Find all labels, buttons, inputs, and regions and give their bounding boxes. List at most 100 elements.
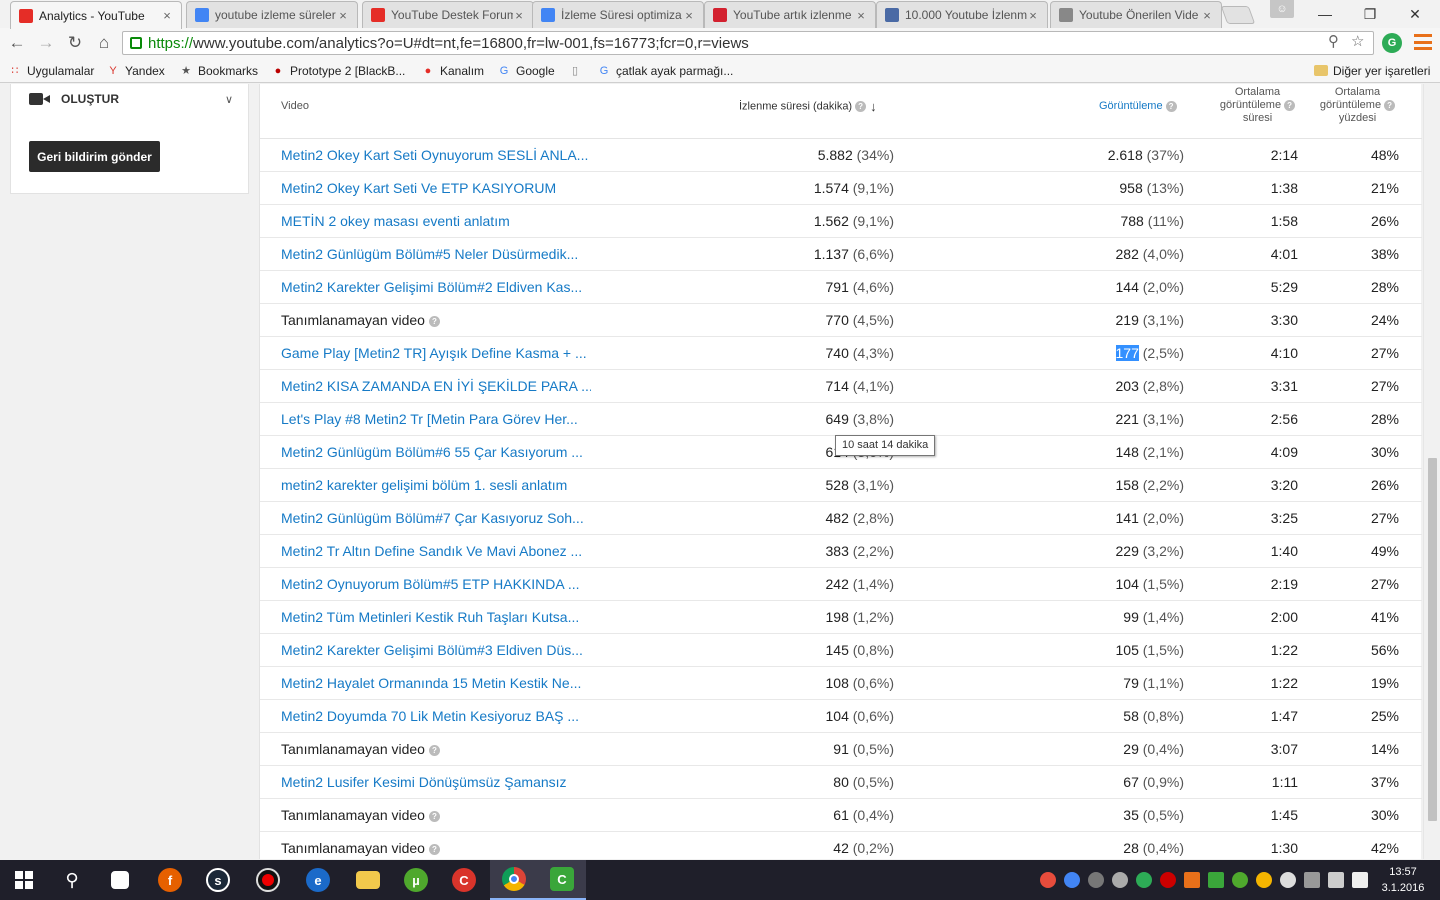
utorrent-icon[interactable]: µ: [392, 860, 440, 900]
volume-icon[interactable]: [1280, 872, 1296, 888]
help-icon[interactable]: ?: [1165, 100, 1177, 112]
video-title-link[interactable]: Metin2 Karekter Gelişimi Bölüm#3 Eldiven…: [281, 634, 591, 667]
help-icon[interactable]: ?: [428, 315, 440, 327]
bookmark-star-icon[interactable]: ☆: [1351, 32, 1364, 50]
zoom-icon[interactable]: ⚲: [1328, 32, 1339, 50]
col-header-watch-time[interactable]: İzlenme süresi (dakika)? ↓: [739, 100, 877, 113]
bookmark-item[interactable]: G Google: [497, 62, 555, 79]
help-icon[interactable]: ?: [1384, 99, 1396, 111]
tray-green-icon[interactable]: [1136, 872, 1152, 888]
video-title-link[interactable]: metin2 karekter gelişimi bölüm 1. sesli …: [281, 469, 591, 502]
page-scrollbar[interactable]: [1423, 84, 1440, 859]
create-menu[interactable]: OLUŞTUR ∨: [29, 90, 233, 108]
back-arrow-icon[interactable]: ←: [6, 32, 28, 54]
bookmark-item[interactable]: ● Kanalım: [421, 62, 484, 79]
col-header-views[interactable]: Görüntüleme?: [1099, 100, 1177, 113]
minimize-icon[interactable]: —: [1302, 0, 1348, 28]
file-explorer-icon[interactable]: [344, 860, 392, 900]
video-title-link[interactable]: Metin2 Okey Kart Seti Ve ETP KASIYORUM: [281, 172, 591, 205]
video-title-link[interactable]: Metin2 Hayalet Ormanında 15 Metin Kestik…: [281, 667, 591, 700]
video-title-link[interactable]: Metin2 KISA ZAMANDA EN İYİ ŞEKİLDE PARA …: [281, 370, 591, 403]
close-tab-icon[interactable]: ×: [1027, 8, 1039, 23]
video-title-link[interactable]: Metin2 Günlügüm Bölüm#5 Neler Düsürmedik…: [281, 238, 591, 271]
bookmark-item[interactable]: Gçatlak ayak parmağı...: [597, 62, 734, 79]
help-icon[interactable]: ?: [428, 843, 440, 855]
video-title-link[interactable]: Metin2 Okey Kart Seti Oynuyorum SESLİ AN…: [281, 139, 591, 172]
browser-tab[interactable]: youtube izleme süreler ×: [186, 1, 358, 28]
scrollbar-thumb[interactable]: [1428, 458, 1437, 821]
video-title-link[interactable]: Metin2 Doyumda 70 Lik Metin Kesiyoruz BA…: [281, 700, 591, 733]
camtasia-icon[interactable]: C: [538, 860, 586, 900]
chrome-icon[interactable]: [490, 860, 538, 900]
send-feedback-button[interactable]: Geri bildirim gönder: [29, 141, 160, 172]
maximize-icon[interactable]: ❐: [1347, 0, 1393, 28]
col-header-avg-duration[interactable]: Ortalama görüntüleme? süresi: [1215, 86, 1300, 125]
search-icon[interactable]: ⚲: [48, 860, 96, 900]
video-title-link[interactable]: Metin2 Oynuyorum Bölüm#5 ETP HAKKINDA ..…: [281, 568, 591, 601]
new-tab-button[interactable]: [1220, 6, 1256, 24]
bookmark-item[interactable]: ● Prototype 2 [BlackB...: [271, 62, 406, 79]
video-title-link[interactable]: Metin2 Karekter Gelişimi Bölüm#2 Eldiven…: [281, 271, 591, 304]
reload-icon[interactable]: ↻: [64, 32, 86, 54]
tray-record-icon[interactable]: [1160, 872, 1176, 888]
display-icon[interactable]: [1328, 872, 1344, 888]
forward-arrow-icon[interactable]: →: [35, 32, 57, 54]
network-icon[interactable]: [1304, 872, 1320, 888]
taskbar-clock[interactable]: 13:57 3.1.2016: [1378, 864, 1428, 896]
video-title-link[interactable]: Let's Play #8 Metin2 Tr [Metin Para Göre…: [281, 403, 591, 436]
store-icon[interactable]: [96, 860, 144, 900]
windows-start-icon[interactable]: [0, 860, 48, 900]
tray-cloud-icon[interactable]: [1112, 872, 1128, 888]
help-icon[interactable]: ?: [855, 101, 867, 112]
home-icon[interactable]: ⌂: [93, 32, 115, 54]
bookmark-item[interactable]: ∷ Uygulamalar: [8, 62, 95, 79]
browser-tab[interactable]: Analytics - YouTube ×: [10, 1, 182, 29]
other-bookmarks[interactable]: Diğer yer işaretleri: [1314, 62, 1430, 79]
bookmark-item[interactable]: Y Yandex: [106, 62, 164, 79]
tray-chrome-icon[interactable]: [1064, 872, 1080, 888]
help-icon[interactable]: ?: [1284, 99, 1296, 111]
col-header-avg-percent[interactable]: Ortalama görüntüleme? yüzdesi: [1310, 86, 1405, 125]
recorder-icon[interactable]: [244, 860, 292, 900]
notifications-icon[interactable]: [1352, 872, 1368, 888]
close-tab-icon[interactable]: ×: [855, 8, 867, 23]
tray-camtasia-icon[interactable]: [1208, 872, 1224, 888]
browser-tab[interactable]: YouTube artık izlenme ×: [704, 1, 876, 28]
browser-menu-icon[interactable]: [1414, 34, 1432, 50]
address-bar[interactable]: https://www.youtube.com/analytics?o=U#dt…: [122, 31, 1374, 55]
video-title-link[interactable]: Metin2 Lusifer Kesimi Dönüşümsüz Şamansı…: [281, 766, 591, 799]
browser-tab[interactable]: 10.000 Youtube İzlenm ×: [876, 1, 1048, 28]
video-title-link[interactable]: Metin2 Tüm Metinleri Kestik Ruh Taşları …: [281, 601, 591, 634]
help-icon[interactable]: ?: [428, 744, 440, 756]
video-title-link[interactable]: Metin2 Günlügüm Bölüm#6 55 Çar Kasıyorum…: [281, 436, 591, 469]
browser-tab[interactable]: Youtube Önerilen Vide ×: [1050, 1, 1222, 28]
steam-icon[interactable]: s: [194, 860, 242, 900]
close-tab-icon[interactable]: ×: [683, 8, 695, 23]
video-title-link[interactable]: Metin2 Günlügüm Bölüm#7 Çar Kasıyoruz So…: [281, 502, 591, 535]
tray-utorrent-icon[interactable]: [1232, 872, 1248, 888]
tray-yellow-icon[interactable]: [1256, 872, 1272, 888]
bookmark-item[interactable]: ★ Bookmarks: [179, 62, 258, 79]
video-title-link[interactable]: Metin2 Tr Altın Define Sandık Ve Mavi Ab…: [281, 535, 591, 568]
close-window-icon[interactable]: ✕: [1392, 0, 1438, 28]
ccleaner-icon[interactable]: C: [440, 860, 488, 900]
help-icon[interactable]: ?: [428, 810, 440, 822]
close-tab-icon[interactable]: ×: [513, 8, 525, 23]
close-tab-icon[interactable]: ×: [1201, 8, 1213, 23]
firefox-icon[interactable]: f: [146, 860, 194, 900]
profile-icon[interactable]: ☺: [1270, 0, 1294, 18]
browser-tab[interactable]: İzleme Süresi optimiza ×: [532, 1, 704, 28]
tray-orange-icon[interactable]: [1184, 872, 1200, 888]
extension-icon[interactable]: G: [1382, 33, 1402, 53]
close-tab-icon[interactable]: ×: [161, 8, 173, 23]
video-title-link[interactable]: METİN 2 okey masası eventi anlatım: [281, 205, 591, 238]
browser-tab[interactable]: YouTube Destek Forum ×: [362, 1, 534, 28]
bookmark-item[interactable]: ▯: [568, 62, 587, 79]
chevron-down-icon[interactable]: ∨: [221, 93, 233, 106]
tray-link-icon[interactable]: [1088, 872, 1104, 888]
video-title-link[interactable]: Game Play [Metin2 TR] Ayışık Define Kasm…: [281, 337, 591, 370]
col-header-video[interactable]: Video: [281, 100, 309, 113]
edge-icon[interactable]: e: [294, 860, 342, 900]
tray-app-icon[interactable]: [1040, 872, 1056, 888]
close-tab-icon[interactable]: ×: [337, 8, 349, 23]
